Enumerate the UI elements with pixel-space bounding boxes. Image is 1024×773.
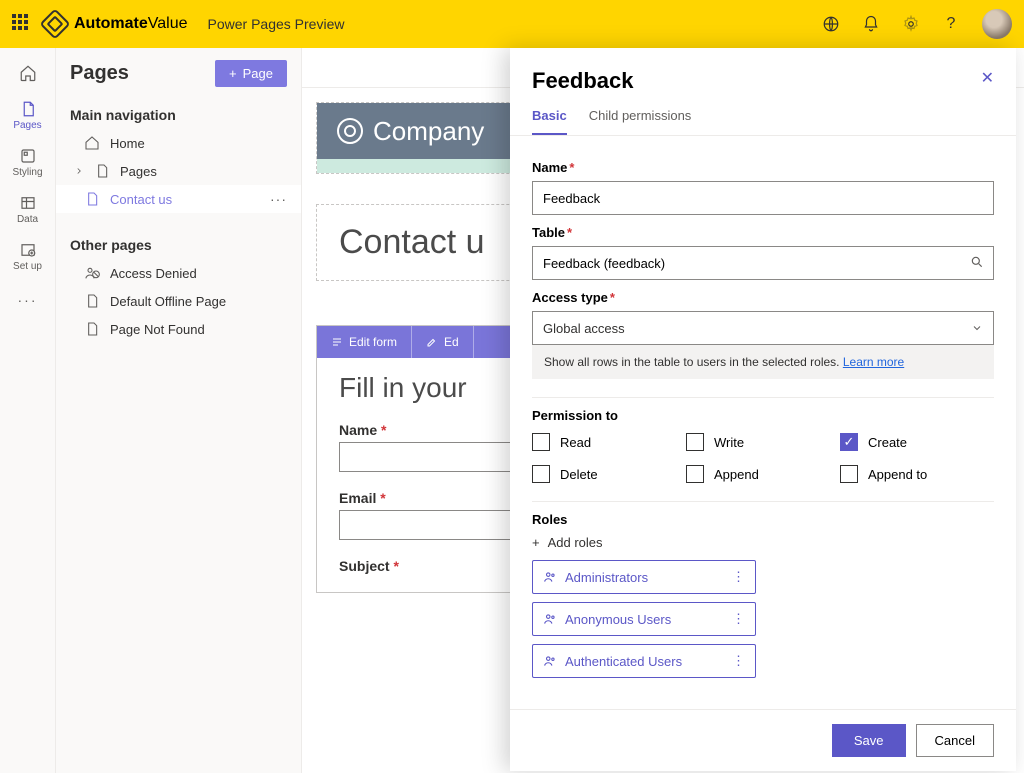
rail-styling[interactable]: Styling bbox=[0, 139, 55, 186]
app-launcher-icon[interactable] bbox=[12, 14, 32, 34]
topbar: AutomateValue Power Pages Preview ? bbox=[0, 0, 1024, 48]
nav-other-2[interactable]: Page Not Found bbox=[56, 315, 301, 343]
help-icon[interactable]: ? bbox=[942, 15, 960, 33]
other-pages-heading: Other pages bbox=[56, 227, 301, 259]
edit-button-2[interactable]: Ed bbox=[412, 326, 474, 358]
tab-basic[interactable]: Basic bbox=[532, 102, 567, 135]
site-title: Company bbox=[373, 116, 484, 147]
perm-delete[interactable]: Delete bbox=[532, 465, 686, 483]
search-icon[interactable] bbox=[970, 255, 984, 269]
label-permission-to: Permission to bbox=[532, 408, 994, 423]
rail-home[interactable] bbox=[0, 56, 55, 92]
select-access-value: Global access bbox=[543, 321, 625, 336]
rail-setup[interactable]: Set up bbox=[0, 233, 55, 280]
brand: AutomateValue bbox=[44, 13, 188, 35]
nav-home-label: Home bbox=[110, 136, 145, 151]
nav-other-1[interactable]: Default Offline Page bbox=[56, 287, 301, 315]
brand-logo-icon bbox=[39, 8, 70, 39]
perm-create[interactable]: ✓Create bbox=[840, 433, 994, 451]
perm-append-to[interactable]: Append to bbox=[840, 465, 994, 483]
add-roles-button[interactable]: + Add roles bbox=[532, 535, 994, 550]
nav-other-2-label: Page Not Found bbox=[110, 322, 205, 337]
tab-child-permissions[interactable]: Child permissions bbox=[589, 102, 692, 135]
person-icon bbox=[543, 612, 557, 626]
brand-strong: Automate bbox=[74, 15, 148, 33]
rail-more[interactable]: ··· bbox=[0, 284, 55, 316]
role-pill-1[interactable]: Anonymous Users⋮ bbox=[532, 602, 756, 636]
pages-panel: Pages + Page Main navigation Home Pages … bbox=[56, 48, 302, 773]
perm-read[interactable]: Read bbox=[532, 433, 686, 451]
person-icon bbox=[543, 654, 557, 668]
role-more-icon[interactable]: ⋮ bbox=[732, 653, 745, 669]
nav-contact-us[interactable]: Contact us ··· bbox=[56, 185, 301, 213]
panel-title: Feedback bbox=[532, 68, 634, 94]
save-button[interactable]: Save bbox=[832, 724, 906, 757]
person-icon bbox=[543, 570, 557, 584]
pages-panel-title: Pages bbox=[70, 62, 129, 85]
add-page-button[interactable]: + Page bbox=[215, 60, 287, 87]
nav-pages[interactable]: Pages bbox=[56, 157, 301, 185]
permission-grid: Read Write ✓Create Delete Append Append … bbox=[532, 433, 994, 483]
gear-icon[interactable] bbox=[902, 15, 920, 33]
role-more-icon[interactable]: ⋮ bbox=[732, 611, 745, 627]
label-access: Access type* bbox=[532, 290, 994, 305]
nav-item-more-icon[interactable]: ··· bbox=[270, 191, 287, 207]
nav-other-0[interactable]: Access Denied bbox=[56, 259, 301, 287]
brand-light: Value bbox=[148, 15, 188, 33]
role-pill-2[interactable]: Authenticated Users⋮ bbox=[532, 644, 756, 678]
label-table: Table* bbox=[532, 225, 994, 240]
site-logo-icon bbox=[337, 118, 363, 144]
left-rail: Pages Styling Data Set up ··· bbox=[0, 48, 56, 773]
label-roles: Roles bbox=[532, 512, 994, 527]
panel-footer: Save Cancel bbox=[510, 709, 1016, 771]
plus-icon: + bbox=[229, 66, 237, 81]
nav-home[interactable]: Home bbox=[56, 129, 301, 157]
rail-pages[interactable]: Pages bbox=[0, 92, 55, 139]
permissions-panel: Feedback ✕ Basic Child permissions Name*… bbox=[510, 48, 1016, 771]
perm-write[interactable]: Write bbox=[686, 433, 840, 451]
rail-data-label: Data bbox=[0, 214, 55, 225]
cancel-button[interactable]: Cancel bbox=[916, 724, 994, 757]
bell-icon[interactable] bbox=[862, 15, 880, 33]
topbar-actions: ? bbox=[822, 9, 1012, 39]
close-icon[interactable]: ✕ bbox=[981, 68, 994, 88]
nav-pages-label: Pages bbox=[120, 164, 157, 179]
nav-other-0-label: Access Denied bbox=[110, 266, 197, 281]
avatar[interactable] bbox=[982, 9, 1012, 39]
nav-other-1-label: Default Offline Page bbox=[110, 294, 226, 309]
learn-more-link[interactable]: Learn more bbox=[843, 355, 904, 369]
rail-data[interactable]: Data bbox=[0, 186, 55, 233]
rail-pages-label: Pages bbox=[0, 120, 55, 131]
select-access-type[interactable]: Global access bbox=[532, 311, 994, 345]
main-nav-heading: Main navigation bbox=[56, 97, 301, 129]
input-name[interactable] bbox=[532, 181, 994, 215]
input-table[interactable] bbox=[532, 246, 994, 280]
plus-icon: + bbox=[532, 535, 540, 550]
role-pill-0[interactable]: Administrators⋮ bbox=[532, 560, 756, 594]
globe-icon[interactable] bbox=[822, 15, 840, 33]
role-more-icon[interactable]: ⋮ bbox=[732, 569, 745, 585]
panel-tabs: Basic Child permissions bbox=[510, 102, 1016, 136]
nav-contact-label: Contact us bbox=[110, 192, 172, 207]
edit-form-button[interactable]: Edit form bbox=[317, 326, 412, 358]
add-page-label: Page bbox=[243, 66, 273, 81]
rail-setup-label: Set up bbox=[0, 261, 55, 272]
access-info: Show all rows in the table to users in t… bbox=[532, 345, 994, 379]
brand-subtitle: Power Pages Preview bbox=[208, 16, 345, 32]
label-name: Name* bbox=[532, 160, 994, 175]
chevron-down-icon bbox=[971, 322, 983, 334]
perm-append[interactable]: Append bbox=[686, 465, 840, 483]
rail-styling-label: Styling bbox=[0, 167, 55, 178]
